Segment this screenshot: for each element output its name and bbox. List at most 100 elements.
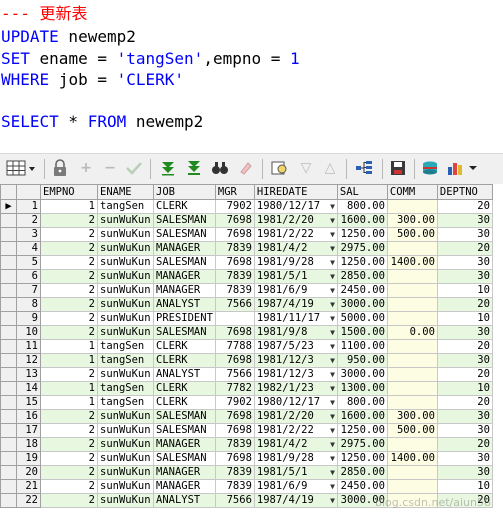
sal-cell[interactable]: 1250.00 — [336, 255, 388, 270]
grid-icon[interactable] — [4, 158, 38, 178]
deptno-cell[interactable]: 10 — [436, 311, 493, 326]
ename-cell[interactable]: sunWuKun — [97, 423, 154, 438]
date-dropdown-icon[interactable]: ▼ — [330, 369, 335, 381]
comm-cell[interactable]: 0.00 — [386, 325, 438, 340]
sal-cell[interactable]: 2850.00 — [336, 269, 388, 284]
row-indicator[interactable] — [0, 325, 17, 340]
comm-cell[interactable]: 1400.00 — [386, 451, 438, 466]
sal-cell[interactable]: 1250.00 — [336, 227, 388, 242]
table-row[interactable]: 9 2 sunWuKun PRESIDENT 1981/11/17 ▼ 5000.00 10 — [0, 311, 493, 326]
comm-cell[interactable] — [386, 479, 438, 494]
row-indicator[interactable] — [0, 367, 17, 382]
comm-cell[interactable] — [386, 283, 438, 298]
hiredate-cell[interactable]: 1981/4/2 ▼ — [253, 437, 338, 452]
hiredate-cell[interactable]: 1981/2/22 ▼ — [253, 227, 338, 242]
date-dropdown-icon[interactable]: ▼ — [330, 355, 335, 367]
ename-cell[interactable]: sunWuKun — [97, 493, 154, 508]
col-header-deptno[interactable]: DEPTNO — [436, 184, 493, 200]
row-indicator[interactable] — [0, 311, 17, 326]
sort-icon[interactable]: △ — [320, 158, 340, 178]
ename-cell[interactable]: tangSen — [97, 353, 154, 368]
ename-cell[interactable]: tangSen — [97, 395, 154, 410]
job-cell[interactable]: MANAGER — [153, 269, 216, 284]
table-row[interactable]: 11 1 tangSen CLERK 7788 1987/5/23 ▼ 1100.00 20 — [0, 339, 493, 354]
deptno-cell[interactable]: 20 — [436, 367, 493, 382]
empno-cell[interactable]: 2 — [40, 451, 98, 466]
ename-cell[interactable]: sunWuKun — [97, 269, 154, 284]
empno-cell[interactable]: 1 — [40, 395, 98, 410]
hiredate-cell[interactable]: 1981/4/2 ▼ — [253, 241, 338, 256]
hiredate-cell[interactable]: 1981/9/28 ▼ — [253, 255, 338, 270]
job-cell[interactable]: SALESMAN — [153, 423, 216, 438]
col-header-ename[interactable]: ENAME — [97, 184, 154, 200]
mgr-cell[interactable]: 7839 — [214, 437, 255, 452]
col-header-job[interactable]: JOB — [153, 184, 216, 200]
table-row[interactable]: 17 2 sunWuKun SALESMAN 7698 1981/2/22 ▼ 1250.00… — [0, 423, 493, 438]
hiredate-cell[interactable]: 1981/5/1 ▼ — [253, 465, 338, 480]
comm-cell[interactable] — [386, 339, 438, 354]
mgr-cell[interactable]: 7698 — [214, 409, 255, 424]
comm-cell[interactable]: 300.00 — [386, 213, 438, 228]
deptno-cell[interactable]: 20 — [436, 297, 493, 312]
sal-cell[interactable]: 1600.00 — [336, 409, 388, 424]
mgr-cell[interactable]: 7839 — [214, 479, 255, 494]
table-row[interactable]: 21 2 sunWuKun MANAGER 7839 1981/6/9 ▼ 2450.00 10 — [0, 479, 493, 494]
ename-cell[interactable]: sunWuKun — [97, 437, 154, 452]
deptno-cell[interactable]: 30 — [436, 213, 493, 228]
comm-cell[interactable] — [386, 297, 438, 312]
ename-cell[interactable]: sunWuKun — [97, 283, 154, 298]
job-cell[interactable]: MANAGER — [153, 437, 216, 452]
sal-cell[interactable]: 1500.00 — [336, 325, 388, 340]
empno-cell[interactable]: 2 — [40, 269, 98, 284]
hiredate-cell[interactable]: 1981/2/20 ▼ — [253, 213, 338, 228]
hiredate-cell[interactable]: 1980/12/17 ▼ — [253, 199, 338, 214]
sal-cell[interactable]: 3000.00 — [336, 297, 388, 312]
date-dropdown-icon[interactable]: ▼ — [330, 285, 335, 297]
deptno-cell[interactable]: 30 — [436, 465, 493, 480]
table-row[interactable]: ▶ 1 1 tangSen CLERK 7902 1980/12/17 ▼ 800.00 20 — [0, 199, 493, 214]
date-dropdown-icon[interactable]: ▼ — [330, 453, 335, 465]
sal-cell[interactable]: 950.00 — [336, 353, 388, 368]
row-indicator[interactable] — [0, 227, 17, 242]
comm-cell[interactable] — [386, 311, 438, 326]
hiredate-cell[interactable]: 1987/4/19 ▼ — [253, 297, 338, 312]
job-cell[interactable]: CLERK — [153, 381, 216, 396]
ename-cell[interactable]: sunWuKun — [97, 213, 154, 228]
sal-cell[interactable]: 2450.00 — [336, 479, 388, 494]
job-cell[interactable]: ANALYST — [153, 493, 216, 508]
table-row[interactable]: 16 2 sunWuKun SALESMAN 7698 1981/2/20 ▼ 1600.00… — [0, 409, 493, 424]
date-dropdown-icon[interactable]: ▼ — [330, 271, 335, 283]
ename-cell[interactable]: sunWuKun — [97, 451, 154, 466]
ename-cell[interactable]: sunWuKun — [97, 409, 154, 424]
result-grid[interactable]: EMPNO ENAME JOB MGR HIREDATE SAL COMM DE… — [0, 184, 503, 515]
hiredate-cell[interactable]: 1982/1/23 ▼ — [253, 381, 338, 396]
date-dropdown-icon[interactable]: ▼ — [330, 411, 335, 423]
table-row[interactable]: 5 2 sunWuKun SALESMAN 7698 1981/9/28 ▼ 1250.00 1… — [0, 255, 493, 270]
col-header-hiredate[interactable]: HIREDATE — [253, 184, 338, 200]
row-indicator[interactable] — [0, 283, 17, 298]
deptno-cell[interactable]: 20 — [436, 199, 493, 214]
job-cell[interactable]: SALESMAN — [153, 255, 216, 270]
comm-cell[interactable] — [386, 381, 438, 396]
mgr-cell[interactable]: 7698 — [214, 255, 255, 270]
sal-cell[interactable]: 3000.00 — [336, 367, 388, 382]
save-icon[interactable] — [388, 158, 408, 178]
comm-cell[interactable] — [386, 353, 438, 368]
export-icon[interactable] — [420, 158, 440, 178]
hiredate-cell[interactable]: 1981/2/20 ▼ — [253, 409, 338, 424]
mgr-cell[interactable]: 7902 — [214, 199, 255, 214]
job-cell[interactable]: CLERK — [153, 353, 216, 368]
job-cell[interactable]: MANAGER — [153, 479, 216, 494]
sal-cell[interactable]: 2450.00 — [336, 283, 388, 298]
empno-cell[interactable]: 1 — [40, 339, 98, 354]
job-cell[interactable]: ANALYST — [153, 367, 216, 382]
mgr-cell[interactable]: 7782 — [214, 381, 255, 396]
ename-cell[interactable]: sunWuKun — [97, 255, 154, 270]
hiredate-cell[interactable]: 1981/11/17 ▼ — [253, 311, 338, 326]
mgr-cell[interactable]: 7698 — [214, 353, 255, 368]
current-row-indicator-icon[interactable]: ▶ — [0, 199, 17, 214]
sal-cell[interactable]: 800.00 — [336, 395, 388, 410]
table-row[interactable]: 3 2 sunWuKun SALESMAN 7698 1981/2/22 ▼ 1250.00 5… — [0, 227, 493, 242]
table-row[interactable]: 20 2 sunWuKun MANAGER 7839 1981/5/1 ▼ 2850.00 30 — [0, 465, 493, 480]
empno-cell[interactable]: 2 — [40, 311, 98, 326]
